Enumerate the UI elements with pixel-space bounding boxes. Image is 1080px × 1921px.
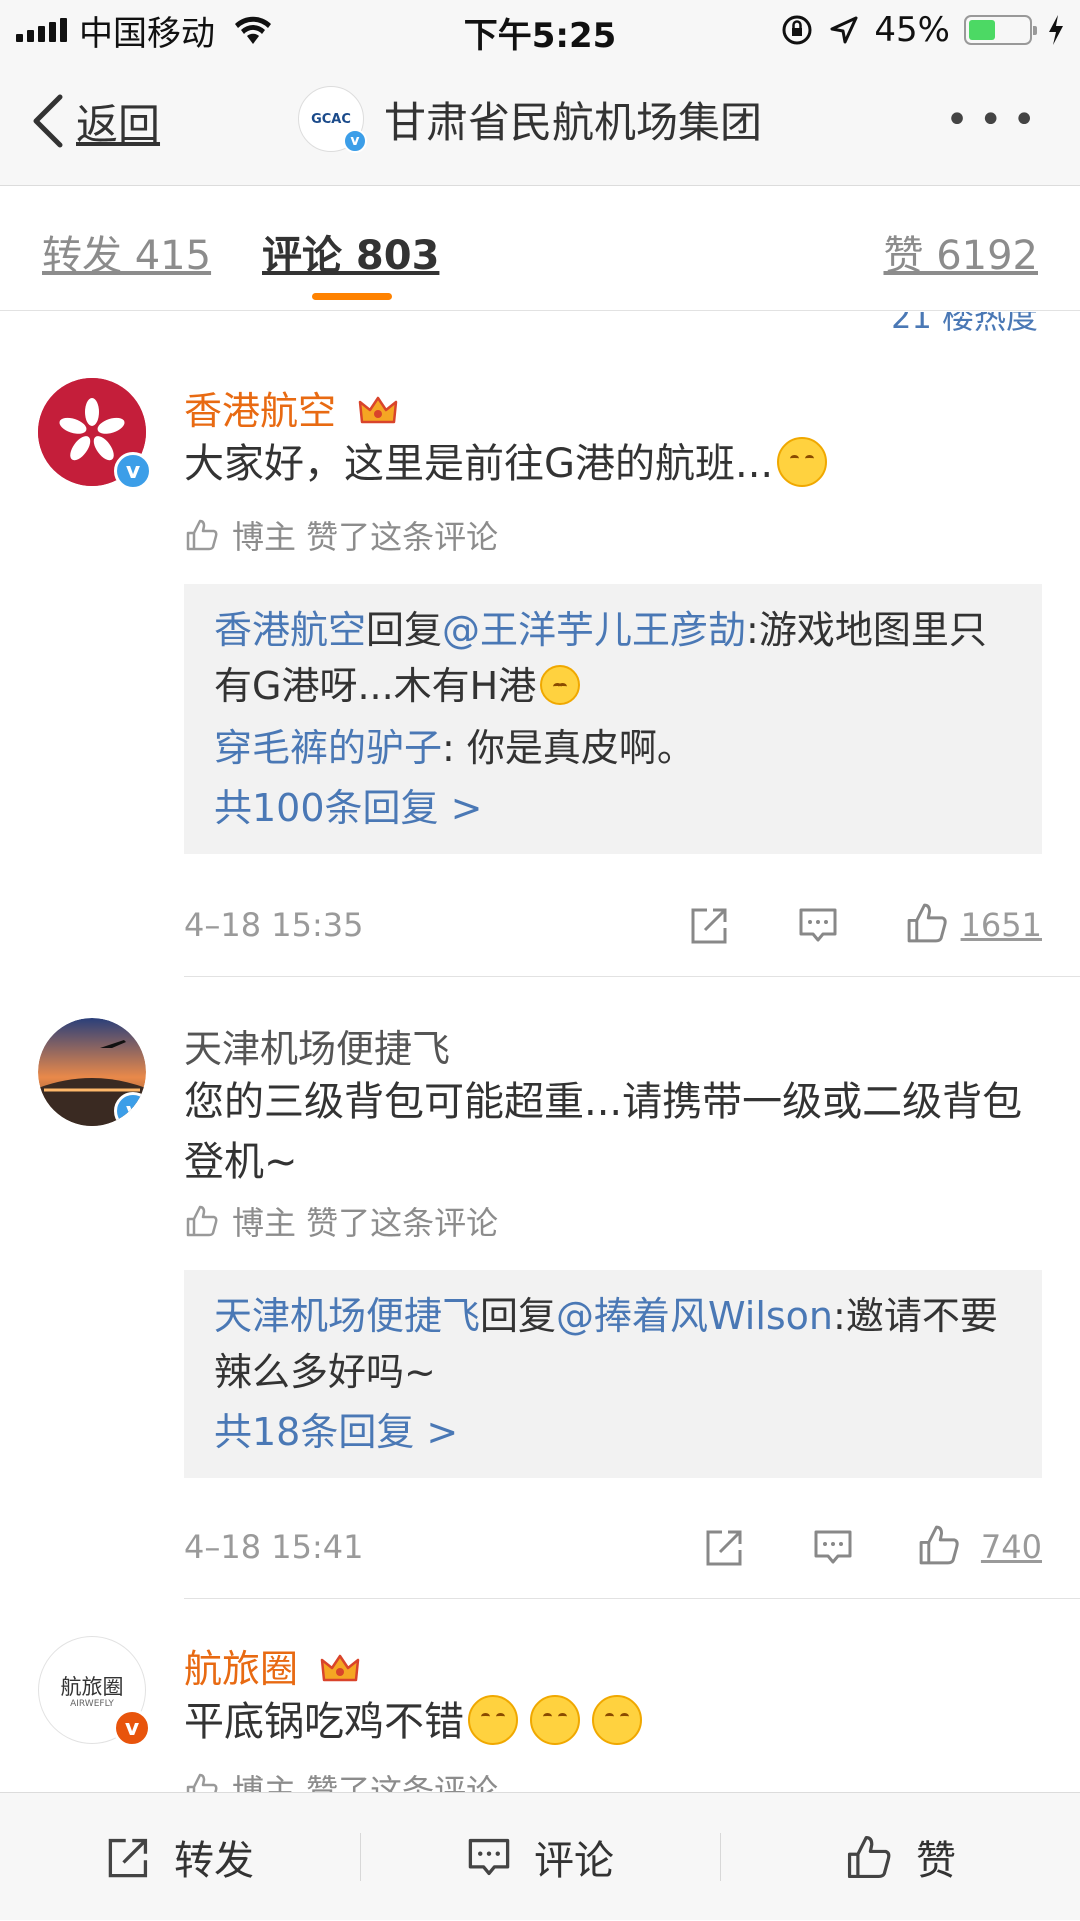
tab-likes[interactable]: 赞 6192: [883, 223, 1038, 281]
reply-author[interactable]: 香港航空: [214, 608, 366, 652]
vip-crown-icon: [320, 1654, 360, 1682]
more-menu-button[interactable]: •••: [945, 100, 1046, 140]
more-replies-link[interactable]: 共18条回复 >: [214, 1404, 1012, 1460]
reply-preview[interactable]: 香港航空回复@王洋芋儿王彦劼:游戏地图里只有G港呀...木有H港 穿毛裤的驴子:…: [184, 584, 1042, 854]
share-icon[interactable]: [704, 1526, 746, 1568]
comment-time: 4–18 15:41: [184, 1528, 364, 1566]
comment-author[interactable]: 香港航空: [184, 380, 398, 435]
reply-word: 回复: [480, 1294, 557, 1338]
bottom-toolbar: 转发 评论 赞: [0, 1792, 1080, 1920]
back-button[interactable]: 返回: [30, 90, 160, 152]
account-logo-text: GCAC: [311, 111, 351, 127]
more-replies-link[interactable]: 共100条回复 >: [214, 780, 1012, 836]
reply-author[interactable]: 穿毛裤的驴子: [214, 726, 442, 770]
comment-text: 大家好，这里是前往G港的航班...: [184, 434, 1044, 494]
share-icon[interactable]: [689, 904, 731, 946]
comment-icon[interactable]: [812, 1526, 854, 1568]
reply-word: 回复: [366, 608, 443, 652]
author-name[interactable]: 香港航空: [184, 389, 336, 433]
tab-bar: 转发 415 评论 803 赞 6192: [0, 187, 1080, 311]
comment-meta: 4–18 15:35 1651: [184, 900, 1042, 950]
reply-mention[interactable]: @王洋芋儿王彦劼: [442, 608, 746, 652]
location-arrow-icon: [830, 16, 858, 44]
battery-fill: [969, 20, 996, 40]
reply-mention[interactable]: @捧着风Wilson: [556, 1294, 833, 1338]
smile-emoji-icon: [777, 437, 828, 487]
repost-button[interactable]: 转发: [0, 1793, 360, 1921]
vip-crown-icon: [358, 396, 398, 424]
verified-badge-icon: v: [114, 1092, 146, 1126]
author-liked-note: 博主 赞了这条评论: [184, 1766, 498, 1792]
thinking-emoji-icon: [468, 1695, 518, 1745]
tab-comments[interactable]: 评论 803: [262, 223, 439, 281]
avatar-logo-text: 航旅圈: [60, 1675, 124, 1699]
comment-button[interactable]: 评论: [360, 1793, 720, 1921]
author-liked-label: 博主 赞了这条评论: [232, 1204, 499, 1242]
author-liked-label: 博主 赞了这条评论: [232, 1772, 499, 1792]
comment-icon: [468, 1838, 510, 1876]
like-icon[interactable]: [916, 1522, 962, 1568]
repost-label: 转发: [174, 1838, 254, 1884]
reply-item[interactable]: 穿毛裤的驴子: 你是真皮啊。: [214, 720, 1012, 776]
comment-author[interactable]: 天津机场便捷飞: [184, 1018, 450, 1073]
comment-list[interactable]: 21 楼热度 v 香港航空 大家好，这里是前往G港的航班... 博主 赞了这条评…: [0, 312, 1080, 1792]
thumbs-up-icon: [186, 1773, 218, 1792]
like-icon: [847, 1835, 891, 1879]
battery-percent: 45%: [874, 10, 950, 50]
like-button[interactable]: 赞: [720, 1793, 1080, 1921]
crying-emoji-icon: [540, 665, 581, 705]
author-liked-label: 博主 赞了这条评论: [232, 518, 499, 556]
thumbs-up-icon: [186, 519, 218, 551]
active-tab-indicator: [312, 293, 392, 300]
share-icon: [108, 1838, 148, 1878]
tab-repost[interactable]: 转发 415: [42, 223, 211, 281]
charging-bolt-icon: [1049, 15, 1063, 45]
comment-text: 您的三级背包可能超重...请携带一级或二级背包登机~: [184, 1079, 1023, 1185]
status-right: 45%: [780, 8, 1066, 52]
page-title: 甘肃省民航机场集团: [384, 97, 763, 147]
verified-badge-icon: v: [114, 452, 152, 490]
like-count[interactable]: 740: [981, 1528, 1042, 1566]
reply-preview[interactable]: 天津机场便捷飞回复@捧着风Wilson:邀请不要辣么多好吗~ 共18条回复 >: [184, 1270, 1042, 1478]
author-liked-note: 博主 赞了这条评论: [184, 1198, 498, 1244]
nav-bar: 返回 GCAC v 甘肃省民航机场集团 •••: [0, 60, 1080, 186]
comment-body: 平底锅吃鸡不错: [184, 1699, 464, 1745]
reply-author[interactable]: 天津机场便捷飞: [214, 1294, 480, 1338]
reply-item[interactable]: 天津机场便捷飞回复@捧着风Wilson:邀请不要辣么多好吗~: [214, 1288, 1012, 1400]
partial-clipped-text: 21 楼热度: [891, 312, 1038, 336]
divider: [184, 976, 1080, 977]
avatar-logo-subtext: AIRWEFLY: [70, 1699, 114, 1709]
account-avatar: GCAC v: [298, 86, 367, 153]
like-label: 赞: [916, 1838, 956, 1884]
avatar[interactable]: v: [38, 1018, 146, 1126]
back-label: 返回: [76, 99, 161, 149]
reply-text: : 你是真皮啊。: [442, 726, 695, 770]
like-count[interactable]: 1651: [961, 906, 1042, 944]
avatar[interactable]: v: [38, 378, 152, 490]
comment-label: 评论: [534, 1838, 614, 1884]
like-icon[interactable]: [904, 900, 950, 946]
reply-item[interactable]: 香港航空回复@王洋芋儿王彦劼:游戏地图里只有G港呀...木有H港: [214, 602, 1012, 714]
verified-badge-icon: v: [343, 129, 367, 153]
avatar[interactable]: 航旅圈 AIRWEFLY v: [38, 1636, 151, 1747]
comment-author[interactable]: 航旅圈: [184, 1638, 360, 1693]
battery-icon: [964, 15, 1037, 45]
comment-text: 平底锅吃鸡不错: [184, 1692, 1044, 1752]
author-name[interactable]: 航旅圈: [184, 1647, 298, 1691]
thinking-emoji-icon: [530, 1695, 580, 1745]
divider: [184, 1598, 1080, 1599]
comment-icon[interactable]: [797, 904, 839, 946]
status-bar: 中国移动 下午5:25 45%: [0, 0, 1080, 60]
thinking-emoji-icon: [592, 1695, 642, 1745]
verified-badge-icon: v: [113, 1709, 151, 1747]
comment-body: 大家好，这里是前往G港的航班...: [184, 441, 774, 487]
comment-meta: 4–18 15:41 740: [184, 1522, 1042, 1572]
author-liked-note: 博主 赞了这条评论: [184, 512, 498, 558]
orientation-lock-icon: [782, 15, 812, 45]
nav-account[interactable]: GCAC v 甘肃省民航机场集团: [298, 86, 763, 153]
comment-time: 4–18 15:35: [184, 906, 364, 944]
chevron-left-icon: [33, 94, 63, 148]
thumbs-up-icon: [186, 1205, 218, 1237]
